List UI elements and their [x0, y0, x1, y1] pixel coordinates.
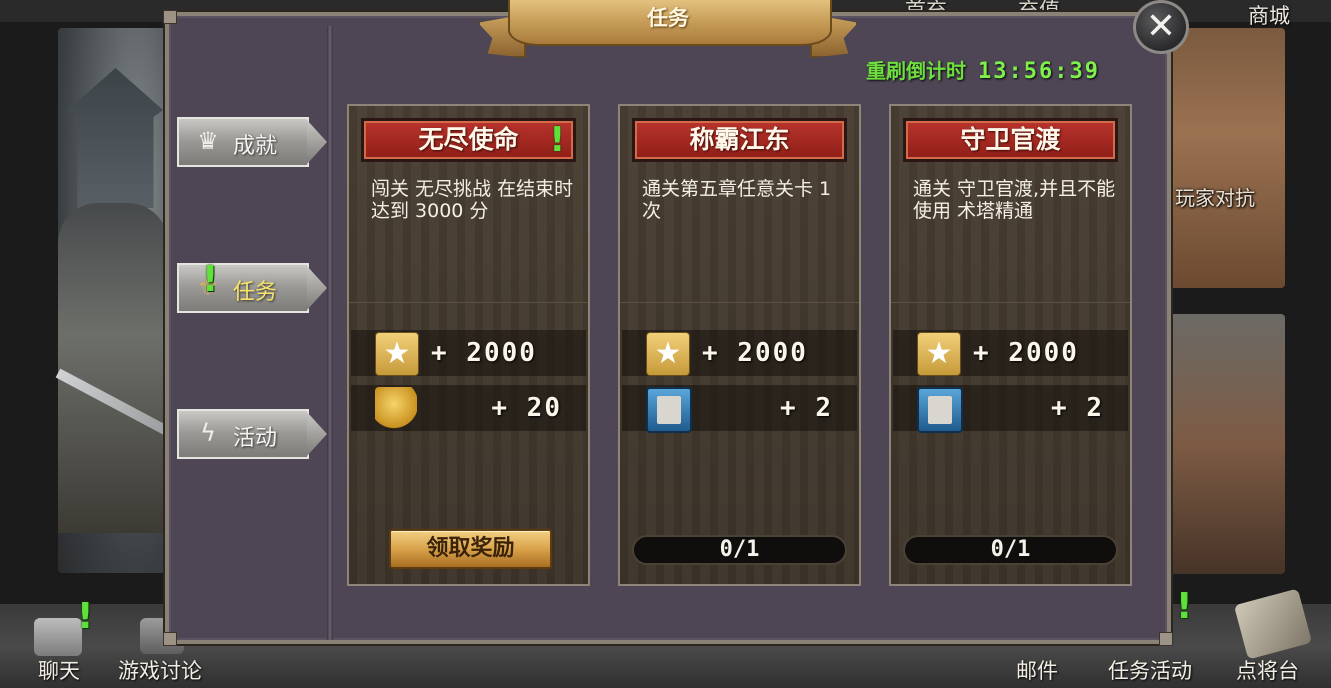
tab-label: 活动 — [233, 426, 278, 451]
quest-description: 闯关 无尽挑战 在结束时达到 3000 分 — [371, 178, 574, 222]
reward-row-experience: ★ + 2000 — [622, 330, 857, 376]
dialog-title: 任务 — [647, 6, 689, 30]
star-icon: ★ — [375, 332, 419, 376]
quest-title-text: 无尽使命 — [418, 125, 519, 154]
close-button[interactable]: ✕ — [1133, 0, 1189, 54]
reward-row-secondary: + 2 — [893, 385, 1128, 433]
tab-achievements[interactable]: ♛ 成就 — [177, 117, 327, 167]
tab-label: 任务 — [233, 280, 278, 305]
quest-card: 称霸江东 通关第五章任意关卡 1 次 ★ + 2000 + 2 0/1 — [618, 104, 861, 586]
reward-value: + 2000 — [973, 338, 1079, 368]
dialog-title-banner: 任务 — [478, 0, 858, 58]
lightning-icon: ϟ — [200, 419, 216, 447]
card-pack-icon — [646, 387, 692, 433]
warrior-illustration — [58, 203, 168, 533]
pvp-mode-label: 玩家对抗 — [1175, 186, 1255, 210]
nav-chat[interactable]: 聊天 — [38, 655, 80, 685]
crown-icon: ♛ — [197, 127, 219, 155]
reward-value: + 2 — [1051, 393, 1104, 423]
card-pack-icon — [917, 387, 963, 433]
gold-coins-icon — [375, 387, 417, 429]
tab-arrow — [307, 412, 327, 456]
reward-value: + 2 — [780, 393, 833, 423]
tab-arrow — [307, 120, 327, 164]
top-nav-shop[interactable]: 商城 — [1248, 0, 1290, 30]
quest-progress: 0/1 — [632, 535, 847, 565]
tab-label: 成就 — [233, 134, 278, 159]
refresh-countdown-label: 重刷倒计时 — [866, 59, 966, 83]
reward-row-experience: ★ + 2000 — [351, 330, 586, 376]
frame-corner — [163, 632, 177, 646]
nav-task-activity[interactable]: 任务活动 — [1108, 655, 1192, 685]
claim-reward-button[interactable]: 领取奖励 — [389, 529, 552, 569]
quest-description: 通关 守卫官渡,并且不能使用 术塔精通 — [913, 178, 1116, 222]
task-activity-alert-icon: ! — [1176, 586, 1193, 627]
quest-title-text: 守卫官渡 — [960, 125, 1061, 154]
pvp-mode-card[interactable] — [1160, 28, 1285, 288]
quest-progress: 0/1 — [903, 535, 1118, 565]
pagoda-illustration — [68, 68, 163, 208]
reward-value: + 20 — [491, 393, 562, 423]
battle-mode-card[interactable] — [1160, 314, 1285, 574]
divider — [349, 302, 588, 303]
quest-title: 称霸江东 — [632, 118, 847, 162]
frame-corner — [163, 10, 177, 24]
reward-row-secondary: + 20 — [351, 385, 586, 431]
quest-title: 守卫官渡 — [903, 118, 1118, 162]
nav-mail[interactable]: 邮件 — [1016, 655, 1058, 685]
divider — [620, 302, 859, 303]
close-icon: ✕ — [1145, 6, 1177, 47]
frame-corner — [1159, 632, 1173, 646]
tab-arrow — [307, 266, 327, 310]
reward-value: + 2000 — [431, 338, 537, 368]
star-icon: ★ — [646, 332, 690, 376]
quest-card: 守卫官渡 通关 守卫官渡,并且不能使用 术塔精通 ★ + 2000 + 2 0/… — [889, 104, 1132, 586]
quest-alert-icon: ! — [549, 120, 565, 160]
tab-events[interactable]: ϟ 活动 — [177, 409, 327, 459]
divider — [891, 302, 1130, 303]
nav-general-stage[interactable]: 点将台 — [1236, 655, 1299, 685]
reward-value: + 2000 — [702, 338, 808, 368]
quest-title: 无尽使命 ! — [361, 118, 576, 162]
reward-row-secondary: + 2 — [622, 385, 857, 433]
reward-row-experience: ★ + 2000 — [893, 330, 1128, 376]
tasks-alert-icon: ! — [202, 259, 219, 300]
chat-bubble-icon[interactable] — [34, 618, 82, 656]
quest-description: 通关第五章任意关卡 1 次 — [642, 178, 832, 222]
chat-alert-icon: ! — [77, 596, 94, 637]
quest-title-text: 称霸江东 — [689, 125, 790, 154]
tab-tasks[interactable]: ⚜ ! 任务 — [177, 259, 327, 313]
refresh-countdown: 重刷倒计时 13:56:39 — [866, 55, 1100, 84]
sidebar-divider — [327, 26, 333, 640]
quest-card: 无尽使命 ! 闯关 无尽挑战 在结束时达到 3000 分 ★ + 2000 + … — [347, 104, 590, 586]
nav-forum[interactable]: 游戏讨论 — [118, 655, 202, 685]
star-icon: ★ — [917, 332, 961, 376]
refresh-countdown-time: 13:56:39 — [978, 59, 1100, 84]
